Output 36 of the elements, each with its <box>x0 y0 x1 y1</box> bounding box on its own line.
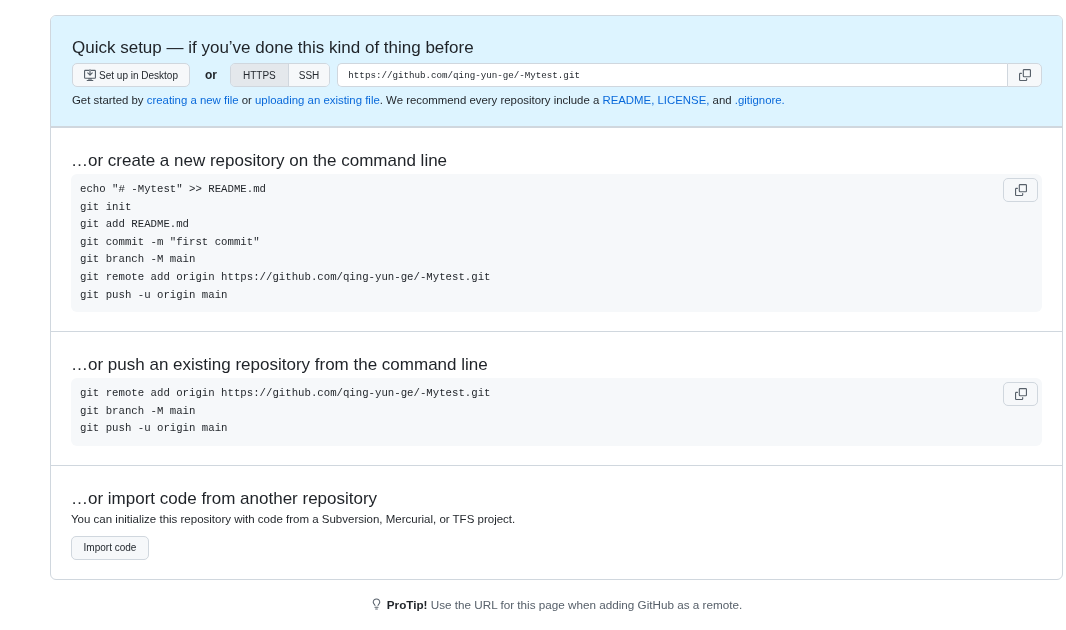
link[interactable]: uploading an existing file <box>255 94 380 106</box>
section-title: …or import code from another repository <box>71 487 379 510</box>
link[interactable]: .gitignore. <box>734 94 785 106</box>
code-line: git branch -M main <box>80 403 197 419</box>
code-line: git add README.md <box>80 217 191 233</box>
code-line: git branch -M main <box>80 252 197 268</box>
link[interactable]: LICENSE, <box>657 94 710 106</box>
lightbulb-icon <box>370 598 382 611</box>
code-line: git push -u origin main <box>80 421 229 437</box>
copy-button[interactable] <box>1003 382 1038 407</box>
link[interactable]: README, <box>602 94 655 106</box>
protocol-tab[interactable]: SSH <box>288 64 330 86</box>
copy-icon <box>1018 69 1031 81</box>
protip-text: ProTip! Use the URL for this page when adding GitHub as a remote. <box>386 597 743 611</box>
or-label: or <box>205 68 217 82</box>
copy-icon <box>1014 388 1027 401</box>
clone-url-field[interactable]: https://github.com/qing-yun-ge/-Mytest.git <box>337 63 1007 87</box>
copy-button[interactable] <box>1003 178 1038 202</box>
protocol-tab[interactable]: HTTPS <box>231 64 289 86</box>
intro-text: Get started by creating a new file or uploading an existing file. We recommend every repository include a README, LICENSE, and .gitignore. <box>72 93 786 107</box>
section-title: …or create a new repository on the command line <box>71 150 449 172</box>
code-line: git remote add origin https://github.com/qing-yun-ge/-Mytest.git <box>80 269 492 285</box>
code-line: git init <box>80 199 133 215</box>
set-up-in-desktop-button[interactable]: Set up in Desktop <box>72 63 190 87</box>
copy-button[interactable] <box>1007 63 1042 87</box>
code-line: git push -u origin main <box>80 287 229 303</box>
copy-icon <box>1014 184 1027 196</box>
section-title: …or push an existing repository from the command line <box>71 354 489 377</box>
code-line: echo "# -Mytest" >> README.md <box>80 182 267 197</box>
description-text: You can initialize this repository with code from a Subversion, Mercurial, or TFS project. <box>71 511 517 526</box>
section-title: Quick setup — if you’ve done this kind of thing before <box>72 37 475 59</box>
link[interactable]: creating a new file <box>146 94 239 106</box>
code-line: git remote add origin https://github.com/qing-yun-ge/-Mytest.git <box>80 386 492 402</box>
import-code-button[interactable]: Import code <box>71 535 149 560</box>
code-line: git commit -m "first commit" <box>80 234 261 250</box>
monitor-download-icon <box>84 69 97 81</box>
